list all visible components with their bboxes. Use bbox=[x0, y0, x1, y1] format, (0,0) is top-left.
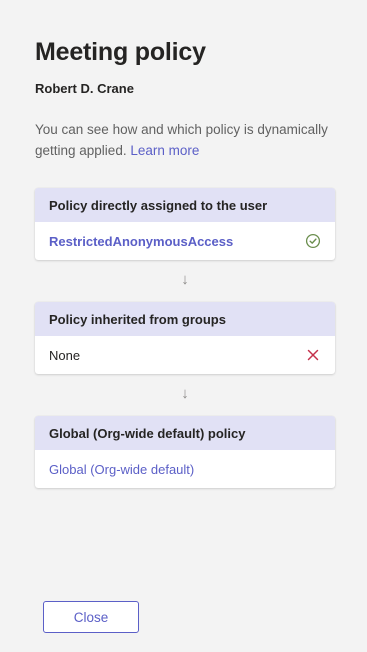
close-button[interactable]: Close bbox=[43, 601, 139, 633]
group-policy-card: Policy inherited from groups None bbox=[35, 302, 335, 374]
flow-arrow-down-icon: ↓ bbox=[181, 385, 189, 402]
check-circle-icon bbox=[305, 233, 321, 249]
direct-policy-value[interactable]: RestrictedAnonymousAccess bbox=[49, 234, 233, 249]
policy-description: You can see how and which policy is dyna… bbox=[35, 119, 350, 161]
direct-policy-card: Policy directly assigned to the user Res… bbox=[35, 188, 335, 260]
learn-more-link[interactable]: Learn more bbox=[130, 143, 199, 158]
group-policy-heading: Policy inherited from groups bbox=[35, 302, 335, 336]
flow-arrow-down-icon: ↓ bbox=[181, 271, 189, 288]
global-policy-card: Global (Org-wide default) policy Global … bbox=[35, 416, 335, 488]
global-policy-value[interactable]: Global (Org-wide default) bbox=[49, 462, 194, 477]
meeting-policy-panel: Meeting policy Robert D. Crane You can s… bbox=[0, 0, 367, 652]
group-policy-value: None bbox=[49, 347, 81, 363]
direct-policy-heading: Policy directly assigned to the user bbox=[35, 188, 335, 222]
user-name: Robert D. Crane bbox=[35, 81, 134, 96]
cross-icon bbox=[305, 347, 321, 363]
global-policy-heading: Global (Org-wide default) policy bbox=[35, 416, 335, 450]
page-title: Meeting policy bbox=[35, 38, 206, 66]
